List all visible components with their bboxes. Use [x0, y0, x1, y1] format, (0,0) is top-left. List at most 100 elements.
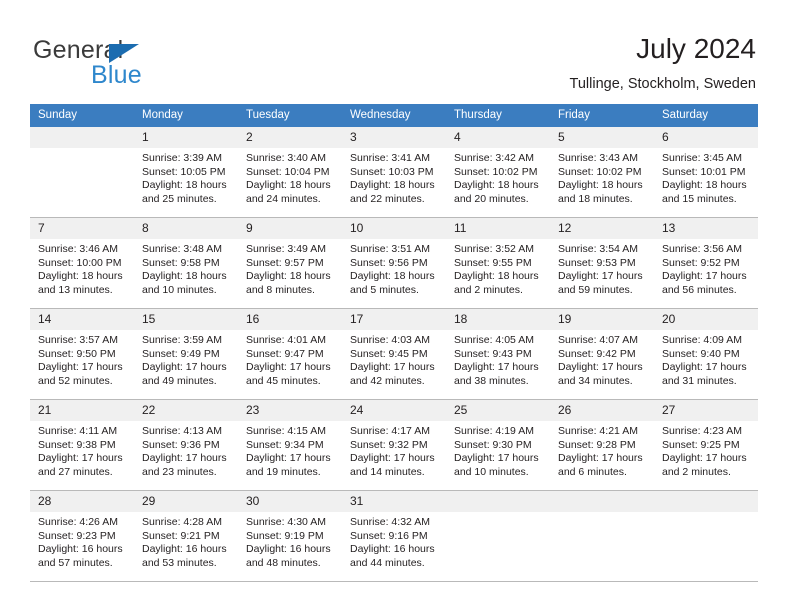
sunrise-time: Sunrise: 4:17 AM — [350, 425, 430, 437]
daylight-duration-line1: Daylight: 18 hours — [454, 270, 539, 283]
calendar-day-cell[interactable]: 14 Sunrise: 3:57 AM Sunset: 9:50 PM Dayligh… — [30, 308, 134, 400]
sunrise-time: Sunrise: 3:57 AM — [38, 334, 118, 346]
daylight-duration-line1: Daylight: 18 hours — [142, 270, 227, 283]
daylight-duration-line2: and 31 minutes. — [662, 374, 737, 387]
calendar-day-cell[interactable]: 31 Sunrise: 4:32 AM Sunset: 9:16 PM Dayligh… — [342, 490, 446, 582]
day-info: Sunrise: 4:28 AM Sunset: 9:21 PM Daylight:… — [134, 512, 238, 570]
day-info: Sunrise: 3:39 AM Sunset: 10:05 PM Daylight… — [134, 148, 238, 206]
day-info: Sunrise: 3:59 AM Sunset: 9:49 PM Daylight:… — [134, 330, 238, 388]
daylight-duration-line1: Daylight: 17 hours — [246, 361, 331, 374]
calendar-day-cell[interactable]: 6 Sunrise: 3:45 AM Sunset: 10:01 PM Dayligh… — [654, 127, 758, 218]
sunset-time: Sunset: 9:58 PM — [142, 256, 220, 269]
daylight-duration-line2: and 52 minutes. — [38, 374, 113, 387]
day-number: 13 — [654, 218, 758, 239]
calendar-day-cell[interactable]: 19 Sunrise: 4:07 AM Sunset: 9:42 PM Dayligh… — [550, 308, 654, 400]
sunrise-time: Sunrise: 4:03 AM — [350, 334, 430, 346]
sunset-time: Sunset: 9:40 PM — [662, 347, 740, 360]
sunset-time: Sunset: 10:00 PM — [38, 256, 122, 269]
day-info: Sunrise: 4:09 AM Sunset: 9:40 PM Daylight:… — [654, 330, 758, 388]
calendar-day-cell-empty — [30, 127, 134, 218]
calendar-day-cell[interactable]: 29 Sunrise: 4:28 AM Sunset: 9:21 PM Dayligh… — [134, 490, 238, 582]
calendar-day-cell-empty — [550, 490, 654, 582]
sunset-time: Sunset: 10:02 PM — [558, 165, 642, 178]
sunset-time: Sunset: 9:19 PM — [246, 529, 324, 542]
calendar-day-cell[interactable]: 24 Sunrise: 4:17 AM Sunset: 9:32 PM Dayligh… — [342, 399, 446, 491]
sunset-time: Sunset: 9:42 PM — [558, 347, 636, 360]
daylight-duration-line1: Daylight: 18 hours — [38, 270, 123, 283]
daylight-duration-line2: and 22 minutes. — [350, 192, 425, 205]
sunset-time: Sunset: 9:16 PM — [350, 529, 428, 542]
calendar-week-row: 14 Sunrise: 3:57 AM Sunset: 9:50 PM Dayligh… — [30, 308, 758, 400]
sunrise-time: Sunrise: 4:26 AM — [38, 516, 118, 528]
calendar-day-cell[interactable]: 28 Sunrise: 4:26 AM Sunset: 9:23 PM Dayligh… — [30, 490, 134, 582]
weekday-header-friday: Friday — [550, 104, 654, 127]
daylight-duration-line1: Daylight: 18 hours — [350, 270, 435, 283]
calendar-day-cell[interactable]: 30 Sunrise: 4:30 AM Sunset: 9:19 PM Dayligh… — [238, 490, 342, 582]
weekday-header-monday: Monday — [134, 104, 238, 127]
daylight-duration-line1: Daylight: 17 hours — [246, 452, 331, 465]
page-subtitle-location: Tullinge, Stockholm, Sweden — [569, 76, 756, 92]
calendar-day-cell[interactable]: 5 Sunrise: 3:43 AM Sunset: 10:02 PM Dayligh… — [550, 127, 654, 218]
sunset-time: Sunset: 9:55 PM — [454, 256, 532, 269]
sunrise-time: Sunrise: 3:40 AM — [246, 152, 326, 164]
calendar-day-cell[interactable]: 11 Sunrise: 3:52 AM Sunset: 9:55 PM Dayligh… — [446, 217, 550, 309]
calendar-day-cell[interactable]: 1 Sunrise: 3:39 AM Sunset: 10:05 PM Dayligh… — [134, 127, 238, 218]
day-number: 19 — [550, 309, 654, 330]
calendar-day-cell[interactable]: 9 Sunrise: 3:49 AM Sunset: 9:57 PM Daylight… — [238, 217, 342, 309]
daylight-duration-line1: Daylight: 17 hours — [38, 361, 123, 374]
calendar-day-cell[interactable]: 21 Sunrise: 4:11 AM Sunset: 9:38 PM Dayligh… — [30, 399, 134, 491]
sunset-time: Sunset: 9:25 PM — [662, 438, 740, 451]
daylight-duration-line2: and 20 minutes. — [454, 192, 529, 205]
daylight-duration-line2: and 25 minutes. — [142, 192, 217, 205]
daylight-duration-line2: and 24 minutes. — [246, 192, 321, 205]
day-info: Sunrise: 3:51 AM Sunset: 9:56 PM Daylight:… — [342, 239, 446, 297]
calendar-day-cell[interactable]: 22 Sunrise: 4:13 AM Sunset: 9:36 PM Dayligh… — [134, 399, 238, 491]
calendar-week-row: 21 Sunrise: 4:11 AM Sunset: 9:38 PM Dayligh… — [30, 399, 758, 491]
daylight-duration-line2: and 49 minutes. — [142, 374, 217, 387]
daylight-duration-line2: and 56 minutes. — [662, 283, 737, 296]
sunrise-time: Sunrise: 3:54 AM — [558, 243, 638, 255]
calendar-day-cell[interactable]: 20 Sunrise: 4:09 AM Sunset: 9:40 PM Dayligh… — [654, 308, 758, 400]
day-number: 14 — [30, 309, 134, 330]
day-info: Sunrise: 4:11 AM Sunset: 9:38 PM Daylight:… — [30, 421, 134, 479]
calendar-day-cell[interactable]: 25 Sunrise: 4:19 AM Sunset: 9:30 PM Dayligh… — [446, 399, 550, 491]
calendar-day-cell[interactable]: 17 Sunrise: 4:03 AM Sunset: 9:45 PM Dayligh… — [342, 308, 446, 400]
daylight-duration-line1: Daylight: 18 hours — [454, 179, 539, 192]
day-number: 27 — [654, 400, 758, 421]
calendar-day-cell[interactable]: 13 Sunrise: 3:56 AM Sunset: 9:52 PM Dayligh… — [654, 217, 758, 309]
calendar-day-cell[interactable]: 4 Sunrise: 3:42 AM Sunset: 10:02 PM Dayligh… — [446, 127, 550, 218]
day-number: 8 — [134, 218, 238, 239]
daylight-duration-line1: Daylight: 18 hours — [246, 179, 331, 192]
daylight-duration-line1: Daylight: 18 hours — [662, 179, 747, 192]
day-info: Sunrise: 3:45 AM Sunset: 10:01 PM Daylight… — [654, 148, 758, 206]
day-number: 2 — [238, 127, 342, 148]
day-number: 30 — [238, 491, 342, 512]
sunset-time: Sunset: 10:02 PM — [454, 165, 538, 178]
daylight-duration-line2: and 48 minutes. — [246, 556, 321, 569]
page-title: July 2024 — [636, 33, 756, 64]
calendar-day-cell[interactable]: 12 Sunrise: 3:54 AM Sunset: 9:53 PM Dayligh… — [550, 217, 654, 309]
sunset-time: Sunset: 9:21 PM — [142, 529, 220, 542]
calendar-day-cell[interactable]: 27 Sunrise: 4:23 AM Sunset: 9:25 PM Dayligh… — [654, 399, 758, 491]
day-number: 4 — [446, 127, 550, 148]
calendar-day-cell[interactable]: 10 Sunrise: 3:51 AM Sunset: 9:56 PM Dayligh… — [342, 217, 446, 309]
calendar-day-cell[interactable]: 2 Sunrise: 3:40 AM Sunset: 10:04 PM Dayligh… — [238, 127, 342, 218]
day-info: Sunrise: 4:05 AM Sunset: 9:43 PM Daylight:… — [446, 330, 550, 388]
calendar-day-cell[interactable]: 23 Sunrise: 4:15 AM Sunset: 9:34 PM Dayligh… — [238, 399, 342, 491]
calendar-day-cell[interactable]: 3 Sunrise: 3:41 AM Sunset: 10:03 PM Dayligh… — [342, 127, 446, 218]
daylight-duration-line1: Daylight: 16 hours — [142, 543, 227, 556]
daylight-duration-line1: Daylight: 18 hours — [142, 179, 227, 192]
calendar-day-cell[interactable]: 7 Sunrise: 3:46 AM Sunset: 10:00 PM Dayligh… — [30, 217, 134, 309]
daylight-duration-line2: and 53 minutes. — [142, 556, 217, 569]
calendar-day-cell[interactable]: 18 Sunrise: 4:05 AM Sunset: 9:43 PM Dayligh… — [446, 308, 550, 400]
day-number: 31 — [342, 491, 446, 512]
sunset-time: Sunset: 9:30 PM — [454, 438, 532, 451]
day-number: 18 — [446, 309, 550, 330]
daylight-duration-line2: and 6 minutes. — [558, 465, 627, 478]
calendar-day-cell[interactable]: 15 Sunrise: 3:59 AM Sunset: 9:49 PM Dayligh… — [134, 308, 238, 400]
daylight-duration-line1: Daylight: 17 hours — [662, 452, 747, 465]
calendar-day-cell[interactable]: 26 Sunrise: 4:21 AM Sunset: 9:28 PM Dayligh… — [550, 399, 654, 491]
calendar-day-cell[interactable]: 16 Sunrise: 4:01 AM Sunset: 9:47 PM Dayligh… — [238, 308, 342, 400]
calendar-day-cell[interactable]: 8 Sunrise: 3:48 AM Sunset: 9:58 PM Daylight… — [134, 217, 238, 309]
sunrise-time: Sunrise: 3:42 AM — [454, 152, 534, 164]
